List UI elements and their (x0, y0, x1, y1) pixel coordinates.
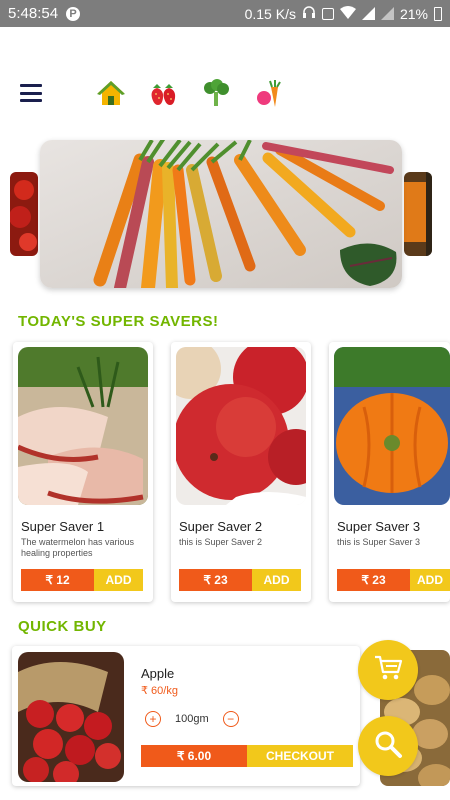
network-speed: 0.15 K/s (244, 5, 296, 22)
banner-prev[interactable] (10, 172, 38, 256)
super-saver-3-price: ₹ 23 (337, 569, 410, 591)
battery-level: 21% (399, 5, 428, 22)
category-nav (0, 76, 450, 112)
super-saver-2-name: Super Saver 2 (179, 519, 263, 534)
apple-basket-image (18, 652, 124, 782)
checkout-row: ₹ 6.00 CHECKOUT (141, 745, 353, 767)
super-saver-card-2[interactable]: Super Saver 2 this is Super Saver 2 ₹ 23… (171, 342, 311, 602)
super-saver-card-1[interactable]: Super Saver 1 The watermelon has various… (13, 342, 153, 602)
quantity-stepper: + 100gm − (145, 711, 239, 727)
super-saver-2-image (176, 347, 306, 505)
super-saver-1-add-button[interactable]: ADD (94, 569, 143, 591)
super-saver-1-desc: The watermelon has various healing prope… (21, 537, 135, 558)
super-saver-1-price-row: ₹ 12 ADD (21, 569, 143, 591)
super-saver-2-price-row: ₹ 23 ADD (179, 569, 301, 591)
super-saver-card-3[interactable]: Super Saver 3 this is Super Saver 3 ₹ 23… (329, 342, 450, 602)
super-saver-1-price: ₹ 12 (21, 569, 94, 591)
super-saver-3-desc: this is Super Saver 3 (337, 537, 421, 547)
search-button[interactable] (358, 716, 418, 776)
battery-icon (434, 6, 442, 21)
search-icon (373, 729, 403, 764)
super-saver-3-name: Super Saver 3 (337, 519, 421, 534)
decrease-quantity-button[interactable]: − (222, 711, 239, 727)
super-saver-1-name: Super Saver 1 (21, 519, 105, 534)
increase-quantity-button[interactable]: + (145, 711, 161, 727)
signal-icon (361, 7, 375, 20)
quick-buy-total: ₹ 6.00 (141, 745, 247, 767)
status-time: 5:48:54 (8, 5, 59, 22)
menu-icon[interactable] (20, 84, 42, 102)
quick-buy-card[interactable]: Apple ₹ 60/kg + 100gm − ₹ 6.00 CHECKOUT (12, 646, 360, 786)
status-bar: 5:48:54 P 0.15 K/s 21% (0, 0, 450, 27)
cart-button[interactable] (358, 640, 418, 700)
quick-buy-name: Apple (141, 666, 175, 681)
parking-icon: P (66, 6, 81, 21)
wifi-icon (339, 5, 356, 22)
quantity-value: 100gm (175, 713, 209, 725)
super-savers-title: TODAY'S SUPER SAVERS! (18, 313, 219, 330)
banner-next[interactable] (404, 172, 432, 256)
vibrate-icon (321, 7, 334, 20)
super-saver-3-price-row: ₹ 23 ADD (337, 569, 450, 591)
checkout-button[interactable]: CHECKOUT (247, 745, 353, 767)
combo-icon[interactable] (254, 78, 284, 108)
home-icon[interactable] (96, 78, 126, 108)
super-saver-2-price: ₹ 23 (179, 569, 252, 591)
super-saver-2-add-button[interactable]: ADD (252, 569, 301, 591)
super-saver-3-add-button[interactable]: ADD (410, 569, 450, 591)
carrots-banner[interactable] (40, 140, 402, 288)
vegetables-icon[interactable] (201, 78, 231, 108)
cart-icon (373, 654, 403, 687)
fruits-icon[interactable] (148, 78, 178, 108)
signal-2-icon (380, 7, 394, 20)
super-saver-2-desc: this is Super Saver 2 (179, 537, 263, 547)
super-saver-1-image (18, 347, 148, 505)
headphones-icon (302, 5, 316, 22)
quick-buy-price: ₹ 60/kg (141, 685, 178, 697)
quick-buy-title: QUICK BUY (18, 618, 107, 635)
super-saver-3-image (334, 347, 450, 505)
